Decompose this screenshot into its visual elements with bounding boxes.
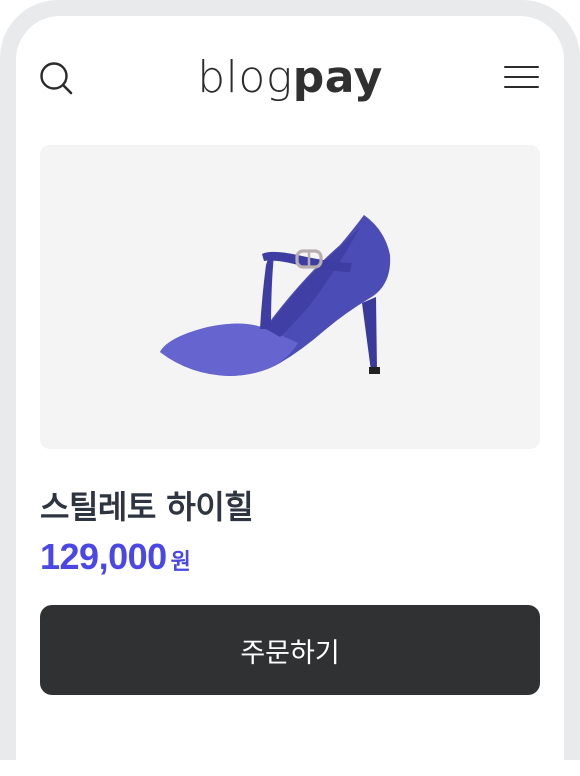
price-value: 129,000	[40, 536, 167, 577]
product-price: 129,000 원	[40, 536, 191, 578]
app-header: blogpay	[16, 16, 564, 140]
order-button[interactable]: 주문하기	[40, 605, 540, 695]
heel-tip	[369, 367, 380, 374]
menu-button[interactable]	[504, 64, 540, 92]
product-image[interactable]	[40, 145, 540, 449]
product-name: 스틸레토 하이힐	[40, 488, 254, 526]
stiletto-heel-image	[160, 215, 391, 376]
hamburger-menu-icon	[504, 66, 539, 88]
app-logo[interactable]: blogpay	[16, 50, 564, 106]
heel-shaft	[362, 297, 377, 371]
logo-text-blog: blog	[197, 52, 293, 103]
t-strap	[260, 253, 274, 329]
price-currency: 원	[170, 550, 191, 575]
app-screen: blogpay 스틸레토 하이힐 129,000 원 주문하기	[16, 16, 564, 776]
logo-text-pay: pay	[292, 52, 383, 103]
